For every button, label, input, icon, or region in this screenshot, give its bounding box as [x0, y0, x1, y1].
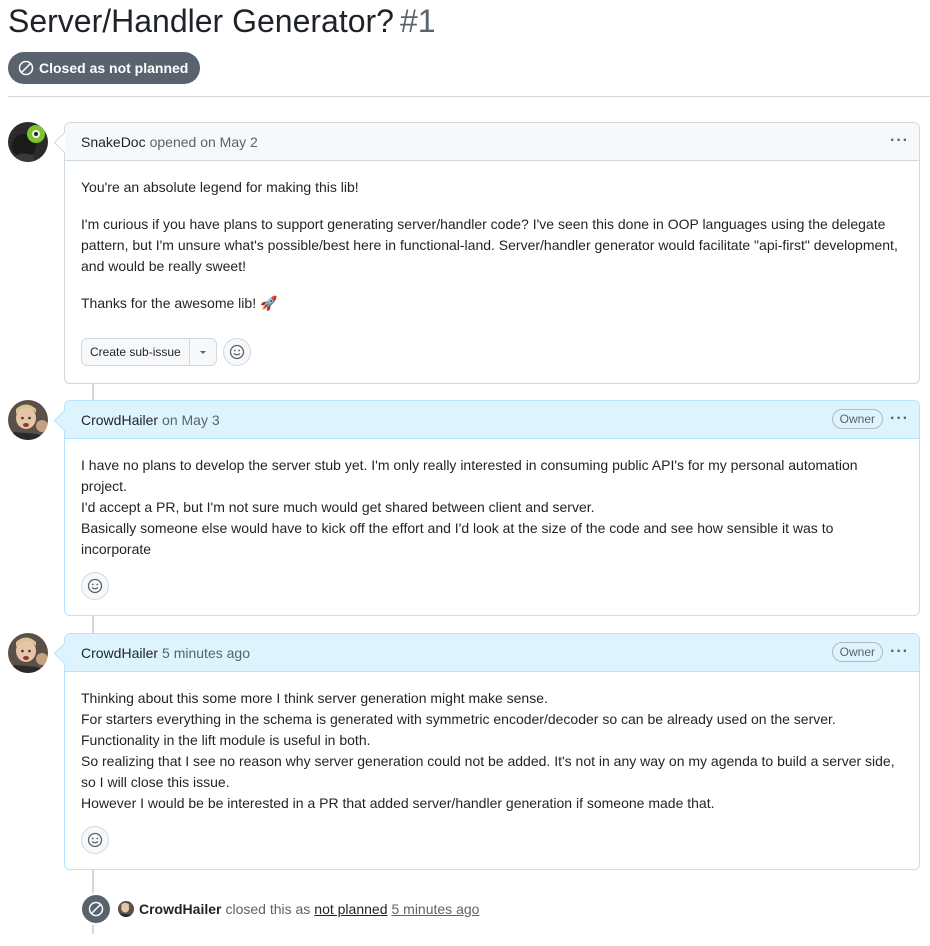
event-reason-link[interactable]: not planned: [314, 901, 387, 917]
kebab-horizontal-icon[interactable]: ···: [890, 133, 909, 149]
comment-line: So realizing that I see no reason why se…: [81, 753, 895, 790]
comment-paragraph: Thanks for the awesome lib! 🚀: [81, 295, 278, 311]
smiley-icon: [87, 832, 103, 848]
comment-line: I'd accept a PR, but I'm not sure much w…: [81, 499, 595, 515]
issue-title-text: Server/Handler Generator?: [8, 3, 394, 39]
comment-author[interactable]: CrowdHailer: [81, 412, 158, 428]
avatar[interactable]: [118, 901, 134, 917]
avatar-snakedoc-image: [8, 122, 48, 162]
smiley-icon: [229, 344, 245, 360]
issue-state-badge: Closed as not planned: [8, 52, 201, 84]
avatar[interactable]: [8, 400, 48, 440]
circle-slash-icon: [18, 60, 34, 76]
comment-body: I have no plans to develop the server st…: [65, 439, 919, 560]
event-actor[interactable]: CrowdHailer: [139, 901, 221, 917]
comment-body: You're an absolute legend for making thi…: [65, 161, 919, 314]
comment-body: Thinking about this some more I think se…: [65, 672, 919, 814]
comment-line: Basically someone else would have to kic…: [81, 520, 834, 557]
issue-title: Server/Handler Generator? #1: [8, 0, 436, 42]
owner-badge: Owner: [831, 642, 883, 662]
comment-line: Thinking about this some more I think se…: [81, 690, 548, 706]
avatar-crowdhailer-image: [8, 633, 48, 673]
kebab-horizontal-icon[interactable]: ···: [890, 644, 909, 660]
issue-comment: SnakeDoc opened on May 2 ··· You're an a…: [64, 122, 920, 384]
comment-line: For starters everything in the schema is…: [81, 711, 836, 727]
circle-slash-icon: [80, 893, 112, 925]
comment-author[interactable]: SnakeDoc: [81, 134, 146, 150]
comment-header: CrowdHailer 5 minutes ago Owner ···: [65, 634, 919, 672]
comment-paragraph: I'm curious if you have plans to support…: [81, 216, 898, 274]
event-time-link[interactable]: 5 minutes ago: [391, 901, 479, 917]
kebab-horizontal-icon[interactable]: ···: [890, 411, 909, 427]
triangle-down-icon[interactable]: [190, 339, 216, 365]
avatar-crowdhailer-image: [8, 400, 48, 440]
create-sub-issue-button[interactable]: Create sub-issue: [81, 338, 217, 366]
comment-line: I have no plans to develop the server st…: [81, 457, 858, 494]
comment-timestamp[interactable]: 5 minutes ago: [162, 645, 250, 661]
close-event: CrowdHailer closed this as not planned 5…: [80, 893, 479, 925]
event-text: closed this as: [225, 901, 311, 917]
avatar[interactable]: [8, 122, 48, 162]
issue-comment: CrowdHailer on May 3 Owner ··· I have no…: [64, 400, 920, 616]
issue-number: #1: [399, 3, 436, 39]
create-sub-issue-label: Create sub-issue: [82, 339, 190, 365]
owner-badge: Owner: [831, 409, 883, 429]
issue-comment: CrowdHailer 5 minutes ago Owner ··· Thin…: [64, 633, 920, 870]
header-divider: [8, 96, 930, 97]
avatar[interactable]: [8, 633, 48, 673]
comment-line: Functionality in the lift module is usef…: [81, 732, 371, 748]
comment-header: CrowdHailer on May 3 Owner ···: [65, 401, 919, 439]
add-reaction-button[interactable]: [223, 338, 251, 366]
comment-timestamp[interactable]: on May 3: [162, 412, 220, 428]
timeline-connector: [92, 616, 94, 634]
add-reaction-button[interactable]: [81, 572, 109, 600]
add-reaction-button[interactable]: [81, 826, 109, 854]
comment-header: SnakeDoc opened on May 2 ···: [65, 123, 919, 161]
smiley-icon: [87, 578, 103, 594]
comment-author[interactable]: CrowdHailer: [81, 645, 158, 661]
issue-state-label: Closed as not planned: [39, 60, 189, 76]
comment-timestamp[interactable]: opened on May 2: [150, 134, 258, 150]
timeline-connector: [92, 383, 94, 401]
comment-line: However I would be be interested in a PR…: [81, 795, 715, 811]
comment-paragraph: You're an absolute legend for making thi…: [81, 179, 359, 195]
